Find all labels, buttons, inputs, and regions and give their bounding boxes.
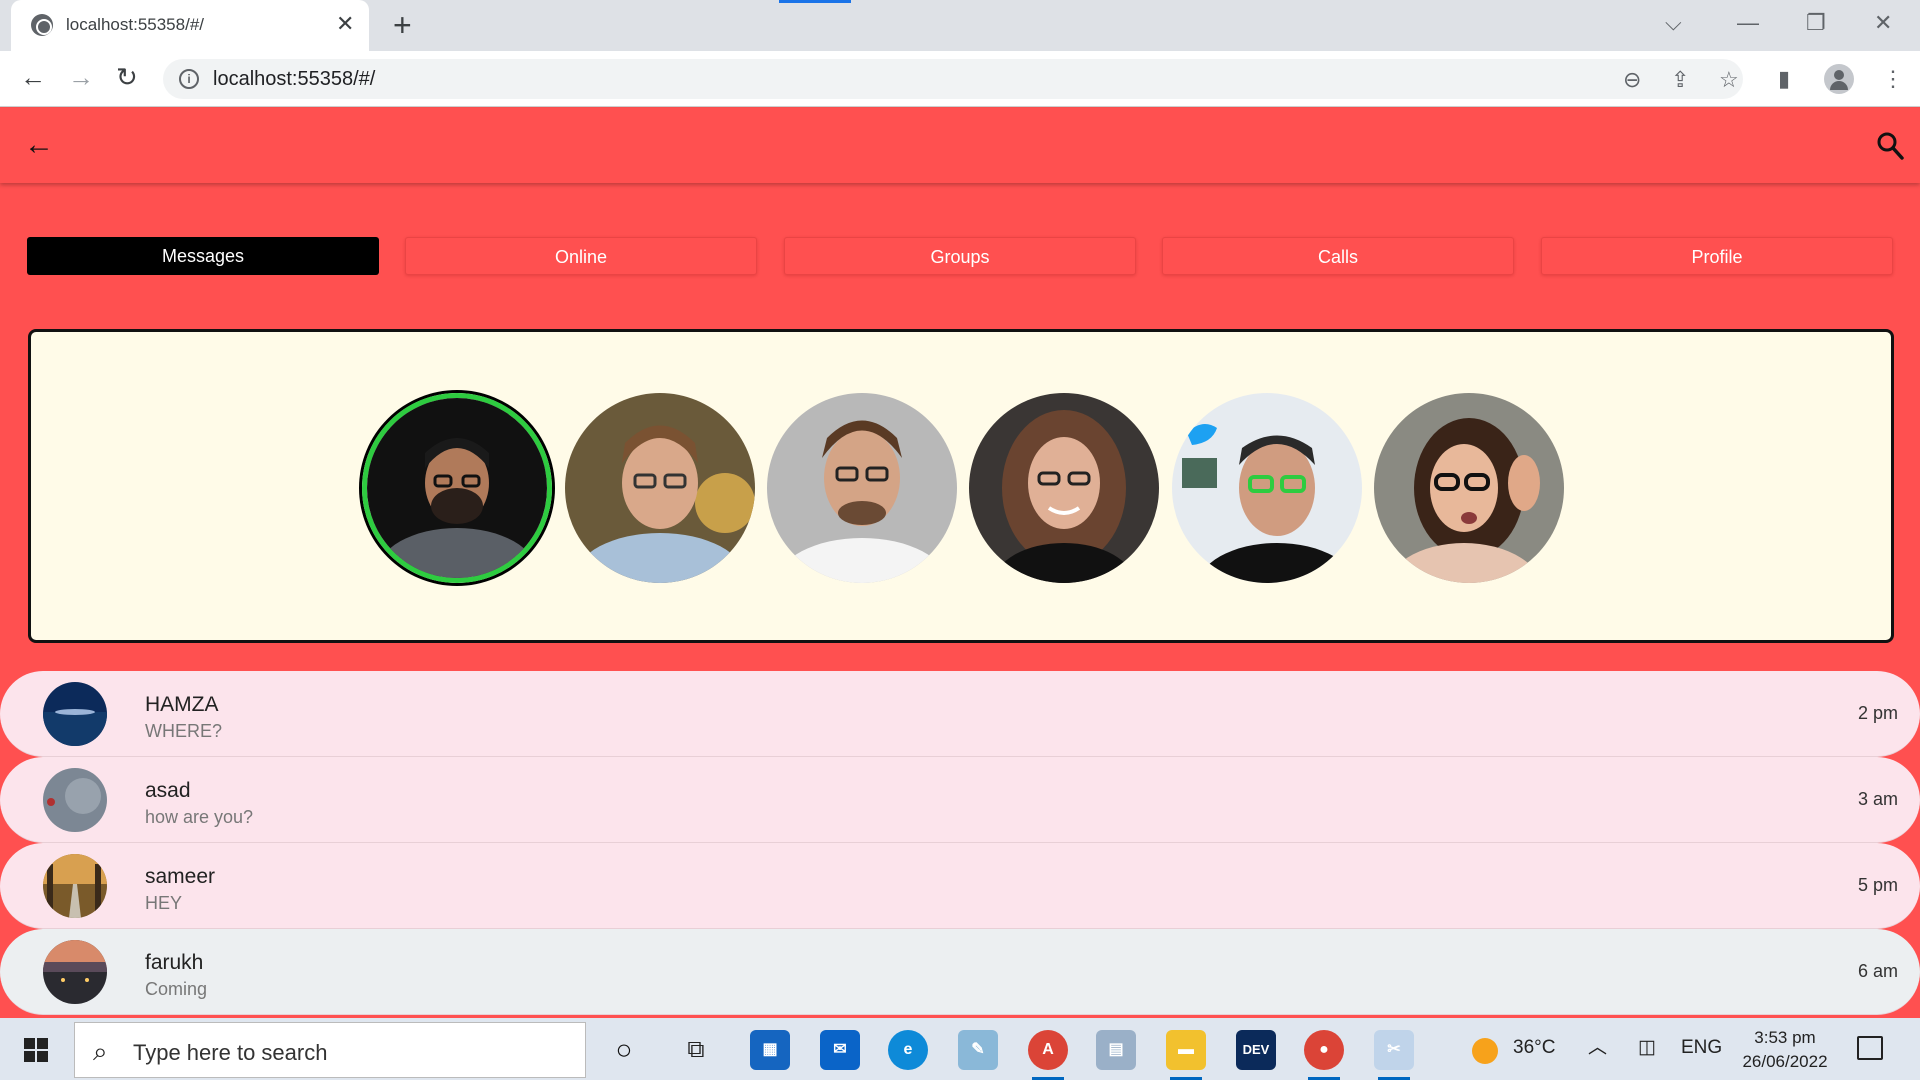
tab-search-icon[interactable]: ⌵ [1665, 8, 1682, 38]
sunset-road-photo-icon [43, 940, 107, 1004]
menu-kebab-icon[interactable]: ⋮ [1882, 64, 1904, 94]
mail-icon[interactable]: ✉ [820, 1030, 860, 1070]
browser-toolbar: ← → ↻ i localhost:55358/#/ ⊖ ⇪ ☆ ▮ ⋮ [0, 51, 1920, 107]
story-avatar[interactable] [1374, 393, 1564, 583]
address-bar[interactable]: i localhost:55358/#/ ⊖ ⇪ ☆ [163, 59, 1743, 99]
forward-nav-icon[interactable]: → [68, 61, 94, 93]
tab-profile[interactable]: Profile [1541, 237, 1893, 275]
tab-bar: Messages Online Groups Calls Profile [27, 237, 1893, 275]
app-bar: ← [0, 108, 1920, 183]
microsoft-store-icon[interactable]: ▦ [750, 1030, 790, 1070]
clock-date: 26/06/2022 [1742, 1052, 1828, 1071]
zoom-icon[interactable]: ⊖ [1623, 65, 1641, 95]
autumn-road-photo-icon [43, 854, 107, 918]
taskbar-search-input[interactable]: ⌕ Type here to search [74, 1022, 586, 1078]
site-info-icon[interactable]: i [179, 69, 199, 89]
new-tab-button[interactable]: + [393, 8, 412, 42]
close-tab-icon[interactable]: ✕ [336, 12, 354, 36]
address-url[interactable]: localhost:55358/#/ [213, 68, 375, 91]
search-icon: ⌕ [93, 1036, 108, 1066]
chrome-browser-icon[interactable]: ● [1304, 1030, 1344, 1080]
story-avatar[interactable] [1172, 393, 1362, 583]
tab-messages[interactable]: Messages [27, 237, 379, 275]
chat-preview: WHERE? [145, 721, 223, 741]
chrome-profile-icon[interactable]: A [1028, 1030, 1068, 1080]
restore-icon[interactable]: ❐ [1806, 8, 1826, 38]
chat-preview: Coming [145, 979, 208, 999]
chat-time: 5 pm [1857, 875, 1898, 895]
story-avatar[interactable] [362, 393, 552, 583]
person-photo-icon [969, 393, 1159, 583]
chat-avatar [43, 854, 107, 918]
chat-list-item[interactable]: HAMZA WHERE? 2 pm [0, 671, 1920, 757]
task-view-icon[interactable]: ⧉ [676, 1030, 716, 1070]
clock-time: 3:53 pm [1754, 1028, 1816, 1047]
side-panel-icon[interactable]: ▮ [1778, 64, 1790, 94]
cortana-icon[interactable]: ○ [604, 1030, 644, 1070]
file-explorer-icon[interactable]: ▬ [1166, 1030, 1206, 1080]
chat-preview: how are you? [145, 807, 254, 827]
story-avatar[interactable] [969, 393, 1159, 583]
taskbar-clock[interactable]: 3:53 pm 26/06/2022 [1735, 1026, 1835, 1074]
edge-browser-icon[interactable]: e [888, 1030, 928, 1070]
browser-tab[interactable]: localhost:55358/#/ ✕ [11, 0, 369, 51]
tab-title: localhost:55358/#/ [66, 15, 204, 34]
chat-avatar [43, 682, 107, 746]
snipping-tool-icon[interactable]: ✂ [1374, 1030, 1414, 1080]
loading-indicator [779, 0, 851, 3]
chat-time: 3 am [1857, 789, 1898, 809]
weather-sun-icon[interactable] [1472, 1038, 1498, 1064]
chat-name: asad [145, 779, 191, 802]
arrow-left-icon[interactable]: ← [24, 128, 54, 162]
profile-avatar-icon[interactable] [1824, 64, 1854, 94]
chat-list-item[interactable]: sameer HEY 5 pm [0, 843, 1920, 929]
person-photo-icon [367, 398, 547, 578]
chat-list-item[interactable]: asad how are you? 3 am [0, 757, 1920, 843]
chat-time: 2 pm [1857, 703, 1898, 723]
minimize-icon[interactable]: — [1737, 8, 1759, 38]
notification-center-icon[interactable] [1857, 1036, 1883, 1060]
story-avatar[interactable] [767, 393, 957, 583]
chat-avatar [43, 940, 107, 1004]
person-photo-icon [1374, 393, 1564, 583]
notepad-icon[interactable]: ✎ [958, 1030, 998, 1070]
chat-preview: HEY [145, 893, 183, 913]
reload-icon[interactable]: ↻ [116, 61, 138, 93]
tab-online[interactable]: Online [405, 237, 757, 275]
chat-list: HAMZA WHERE? 2 pm asad how are you? 3 am… [0, 671, 1920, 1018]
person-photo-icon [1172, 393, 1362, 583]
search-icon[interactable] [1876, 130, 1904, 162]
close-window-icon[interactable]: ✕ [1874, 8, 1892, 38]
night-sea-photo-icon [43, 682, 107, 746]
tab-groups[interactable]: Groups [784, 237, 1136, 275]
devcpp-icon[interactable]: DEV [1236, 1030, 1276, 1070]
chat-name: farukh [145, 951, 204, 974]
globe-icon [31, 14, 53, 36]
browser-tabstrip: localhost:55358/#/ ✕ + ⌵ — ❐ ✕ [0, 0, 1920, 51]
windows-start-icon[interactable] [24, 1038, 48, 1062]
back-nav-icon[interactable]: ← [20, 61, 46, 93]
document-app-icon[interactable]: ▤ [1096, 1030, 1136, 1070]
meet-now-icon[interactable]: ◫ [1638, 1036, 1656, 1060]
person-photo-icon [565, 393, 755, 583]
chat-list-item[interactable]: farukh Coming 6 am [0, 929, 1920, 1015]
weather-temperature[interactable]: 36°C [1513, 1036, 1555, 1060]
tab-calls[interactable]: Calls [1162, 237, 1514, 275]
chat-time: 6 am [1857, 961, 1898, 981]
input-language[interactable]: ENG [1681, 1036, 1722, 1060]
taskbar-search-placeholder: Type here to search [133, 1040, 328, 1065]
chat-avatar [43, 768, 107, 832]
misty-photo-icon [43, 768, 107, 832]
windows-taskbar: ⌕ Type here to search ○ ⧉ ▦ ✉ e ✎ A ▤ ▬ … [0, 1018, 1920, 1080]
share-icon[interactable]: ⇪ [1671, 65, 1689, 95]
bookmark-star-icon[interactable]: ☆ [1719, 65, 1739, 95]
person-photo-icon [767, 393, 957, 583]
chat-name: sameer [145, 865, 216, 888]
tray-chevron-up-icon[interactable]: ︿ [1588, 1036, 1607, 1060]
chat-name: HAMZA [145, 693, 219, 716]
stories-panel [28, 329, 1894, 643]
story-avatar[interactable] [565, 393, 755, 583]
